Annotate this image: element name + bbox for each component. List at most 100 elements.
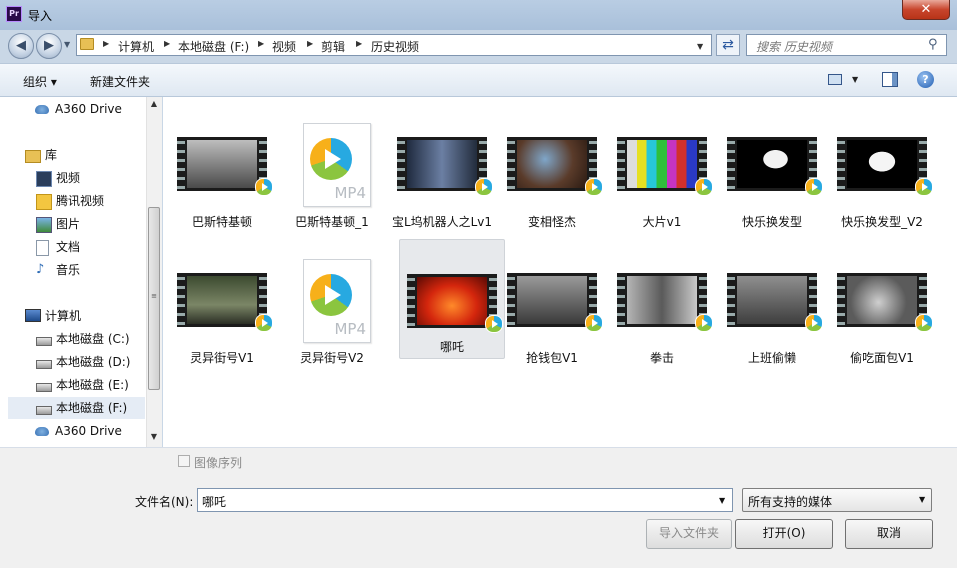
video-thumbnail	[407, 274, 503, 333]
open-button[interactable]: 打开(O)	[735, 519, 833, 549]
back-button[interactable]: ◀	[8, 33, 34, 59]
drive-icon	[36, 337, 52, 346]
image-sequence-checkbox[interactable]	[178, 455, 190, 467]
scroll-down-icon[interactable]: ▼	[146, 432, 162, 446]
video-play-icon	[255, 178, 273, 196]
video-thumbnail	[837, 273, 933, 332]
cloud-icon	[35, 105, 49, 114]
library-icon	[25, 150, 41, 163]
help-icon[interactable]: ?	[917, 71, 934, 88]
breadcrumb-separator[interactable]: ▶	[103, 39, 109, 48]
video-play-icon	[805, 314, 823, 332]
file-item[interactable]: MP4 巴斯特基顿_1	[280, 119, 384, 237]
scrollbar-grip-icon: ≡	[151, 292, 157, 300]
file-item-selected[interactable]: 哪吒	[399, 239, 505, 359]
file-name: 抢钱包V1	[526, 351, 578, 365]
video-play-icon	[475, 178, 493, 196]
video-play-icon	[915, 178, 933, 196]
breadcrumb-history-video[interactable]: 历史视频	[371, 38, 419, 55]
view-mode-icon[interactable]	[828, 74, 842, 85]
address-dropdown-icon[interactable]: ▼	[697, 42, 703, 51]
file-name: 哪吒	[439, 340, 464, 354]
video-thumbnail	[177, 137, 273, 196]
filename-input[interactable]	[197, 488, 733, 512]
drive-icon	[36, 406, 52, 415]
file-item[interactable]: 上班偷懒	[720, 255, 824, 373]
cancel-button[interactable]: 取消	[845, 519, 933, 549]
breadcrumb-drive-f[interactable]: 本地磁盘 (F:)	[178, 38, 249, 55]
file-name: 偷吃面包V1	[850, 351, 914, 365]
video-play-icon	[915, 314, 933, 332]
tencent-video-logo-icon	[310, 274, 352, 316]
video-thumbnail	[837, 137, 933, 196]
video-icon	[36, 171, 52, 187]
file-item[interactable]: 变相怪杰	[500, 119, 604, 237]
close-button[interactable]: ✕	[902, 0, 950, 20]
video-thumbnail	[507, 137, 603, 196]
computer-icon	[25, 309, 41, 322]
scroll-up-icon[interactable]: ▲	[146, 99, 162, 113]
file-item[interactable]: 抢钱包V1	[500, 255, 604, 373]
new-folder-button[interactable]: 新建文件夹	[90, 73, 150, 90]
refresh-button[interactable]: ⇄	[716, 34, 740, 56]
music-icon: ♪	[36, 262, 45, 277]
tencent-video-icon	[36, 194, 52, 210]
file-item[interactable]: 拳击	[610, 255, 714, 373]
file-name: 快乐换发型_V2	[841, 215, 923, 229]
forward-button[interactable]: ▶	[36, 33, 62, 59]
filename-value: 哪吒	[202, 495, 227, 509]
breadcrumb-computer[interactable]: 计算机	[118, 38, 154, 55]
video-play-icon	[585, 314, 603, 332]
file-item[interactable]: 灵异街号V1	[170, 255, 274, 373]
file-name: 快乐换发型	[741, 215, 802, 229]
file-list: 巴斯特基顿 MP4 巴斯特基顿_1 宝L坞机器人之Lv1 变相怪杰 大片v1 快…	[163, 97, 957, 447]
video-play-icon	[695, 314, 713, 332]
mp4-file-icon: MP4	[303, 123, 371, 207]
file-type-value: 所有支持的媒体	[748, 495, 833, 509]
folder-icon	[80, 38, 94, 50]
file-item[interactable]: 宝L坞机器人之Lv1	[390, 119, 494, 237]
filename-dropdown-icon[interactable]: ▼	[719, 496, 725, 505]
file-item[interactable]: MP4 灵异街号V2	[280, 255, 384, 373]
breadcrumb-separator[interactable]: ▶	[258, 39, 264, 48]
view-mode-dropdown[interactable]: ▼	[852, 75, 858, 84]
image-sequence-label: 图像序列	[194, 456, 243, 470]
picture-icon	[36, 217, 52, 233]
breadcrumb-separator[interactable]: ▶	[164, 39, 170, 48]
import-folder-button[interactable]: 导入文件夹	[646, 519, 732, 549]
file-name: 变相怪杰	[527, 215, 576, 229]
file-item[interactable]: 大片v1	[610, 119, 714, 237]
file-name: 大片v1	[642, 215, 682, 229]
file-type-dropdown-icon[interactable]: ▼	[919, 495, 925, 504]
video-thumbnail	[727, 273, 823, 332]
mp4-file-icon: MP4	[303, 259, 371, 343]
preview-pane-icon[interactable]	[882, 72, 898, 87]
drive-icon	[36, 383, 52, 392]
cloud-icon	[35, 427, 49, 436]
breadcrumb-separator[interactable]: ▶	[307, 39, 313, 48]
title-bar	[0, 0, 957, 30]
file-name: 灵异街号V1	[190, 351, 254, 365]
premiere-app-icon: Pr	[6, 6, 22, 22]
breadcrumb-separator[interactable]: ▶	[356, 39, 362, 48]
breadcrumb-edit[interactable]: 剪辑	[321, 38, 345, 55]
file-name: 巴斯特基顿	[191, 215, 252, 229]
breadcrumb-video[interactable]: 视频	[272, 38, 296, 55]
video-thumbnail	[617, 137, 713, 196]
file-item[interactable]: 巴斯特基顿	[170, 119, 274, 237]
video-play-icon	[695, 178, 713, 196]
video-thumbnail	[727, 137, 823, 196]
recent-pages-dropdown[interactable]: ▼	[64, 40, 74, 52]
file-item[interactable]: 快乐换发型	[720, 119, 824, 237]
video-play-icon	[585, 178, 603, 196]
file-name: 拳击	[649, 351, 674, 365]
search-icon[interactable]: ⚲	[928, 37, 944, 53]
file-item[interactable]: 偷吃面包V1	[830, 255, 934, 373]
video-thumbnail	[507, 273, 603, 332]
video-thumbnail	[177, 273, 273, 332]
file-name: 灵异街号V2	[300, 351, 364, 365]
file-item[interactable]: 快乐换发型_V2	[830, 119, 934, 237]
file-name: 上班偷懒	[747, 351, 796, 365]
organize-menu-button[interactable]: 组织 ▾	[23, 73, 57, 90]
filename-label: 文件名(N):	[135, 495, 194, 509]
